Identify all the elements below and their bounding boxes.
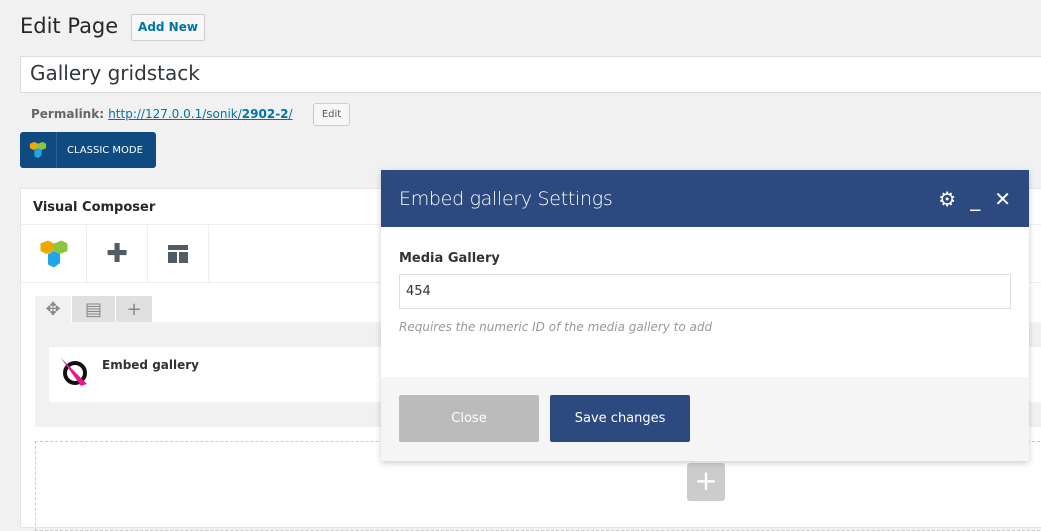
minimize-icon[interactable]: _ [970,187,980,211]
permalink-label: Permalink: [31,107,105,121]
row-controls: ✥ ▤ + [35,296,152,322]
edit-permalink-button[interactable]: Edit [313,103,350,126]
media-gallery-label: Media Gallery [399,251,500,266]
vc-logo-icon[interactable] [21,225,87,282]
permalink-link[interactable]: http://127.0.0.1/sonik/2902-2/ [108,107,292,121]
permalink: Permalink: http://127.0.0.1/sonik/2902-2… [31,107,293,121]
element-name: Embed gallery [102,358,199,372]
row-layout-icon[interactable]: ▤ [72,296,115,322]
add-new-button[interactable]: Add New [131,14,205,41]
classic-mode-label: CLASSIC MODE [67,144,143,156]
close-button[interactable]: Close [399,395,539,442]
modal-footer: Close Save changes [381,377,1029,461]
help-text: Requires the numeric ID of the media gal… [399,320,713,334]
add-column-icon[interactable]: + [116,296,152,322]
add-row-button[interactable]: + [687,463,725,501]
permalink-trail: / [288,107,293,121]
save-changes-button[interactable]: Save changes [550,395,691,442]
settings-modal: Embed gallery Settings ⚙ _ ✕ Media Galle… [381,170,1029,461]
templates-icon[interactable] [148,225,209,282]
close-icon[interactable]: ✕ [994,187,1011,211]
modal-header: Embed gallery Settings ⚙ _ ✕ [381,170,1029,227]
permalink-slug: 2902-2 [241,107,289,121]
media-gallery-input[interactable] [399,274,1011,309]
modal-title: Embed gallery Settings [399,187,613,210]
post-title-input[interactable]: Gallery gridstack [20,56,1041,93]
page-title: Edit Page [20,14,119,38]
embed-gallery-icon [61,358,87,386]
classic-mode-button[interactable]: CLASSIC MODE [20,132,156,168]
gear-icon[interactable]: ⚙ [938,187,956,211]
vc-logo-icon [20,132,57,168]
add-element-icon[interactable]: ✚ [87,225,148,282]
move-row-icon[interactable]: ✥ [35,296,71,322]
permalink-base: http://127.0.0.1/sonik/ [108,107,242,121]
